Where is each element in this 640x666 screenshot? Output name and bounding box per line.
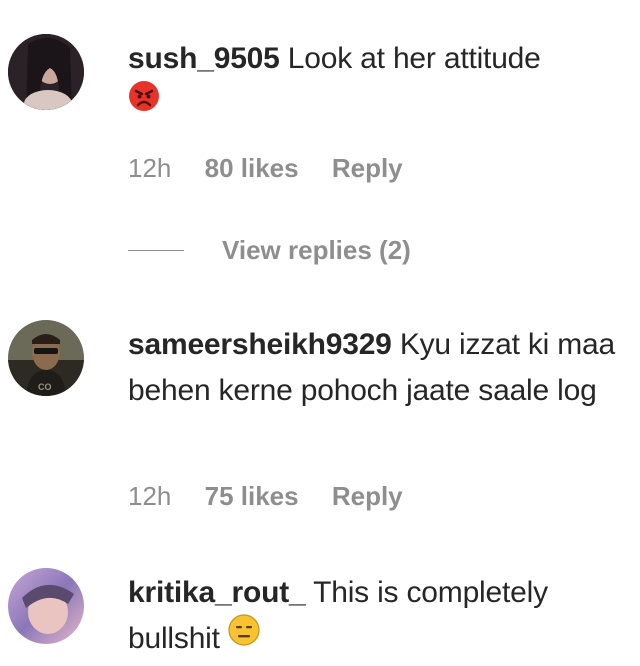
svg-text:CO: CO xyxy=(38,382,52,392)
likes-count[interactable]: 75 likes xyxy=(205,481,299,511)
comment-time: 12h xyxy=(128,481,172,511)
comment-meta: 12h 80 likes Reply xyxy=(128,153,429,184)
comment-text: sush_9505 Look at her attitude xyxy=(128,36,618,128)
reply-button[interactable]: Reply xyxy=(332,153,403,183)
view-replies-label: View replies (2) xyxy=(222,234,411,265)
username[interactable]: sush_9505 xyxy=(128,42,280,75)
reply-button[interactable]: Reply xyxy=(332,481,403,511)
likes-count[interactable]: 80 likes xyxy=(205,153,299,183)
angry-face-icon xyxy=(128,80,160,126)
expressionless-face-icon xyxy=(228,614,260,660)
view-replies-button[interactable]: View replies (2) xyxy=(128,234,411,266)
comment-time: 12h xyxy=(128,153,172,183)
avatar[interactable] xyxy=(8,568,84,644)
username[interactable]: sameersheikh9329 xyxy=(128,328,392,361)
comment-text: sameersheikh9329 Kyu izzat ki maa behen … xyxy=(128,322,618,414)
avatar[interactable]: CO xyxy=(8,320,84,396)
comment-meta: 12h 75 likes Reply xyxy=(128,481,429,512)
comment-text: kritika_rout_ This is completely bullshi… xyxy=(128,570,618,662)
comment-message: Look at her attitude xyxy=(287,42,541,75)
username[interactable]: kritika_rout_ xyxy=(128,576,306,609)
divider xyxy=(128,249,184,251)
avatar[interactable] xyxy=(8,34,84,110)
